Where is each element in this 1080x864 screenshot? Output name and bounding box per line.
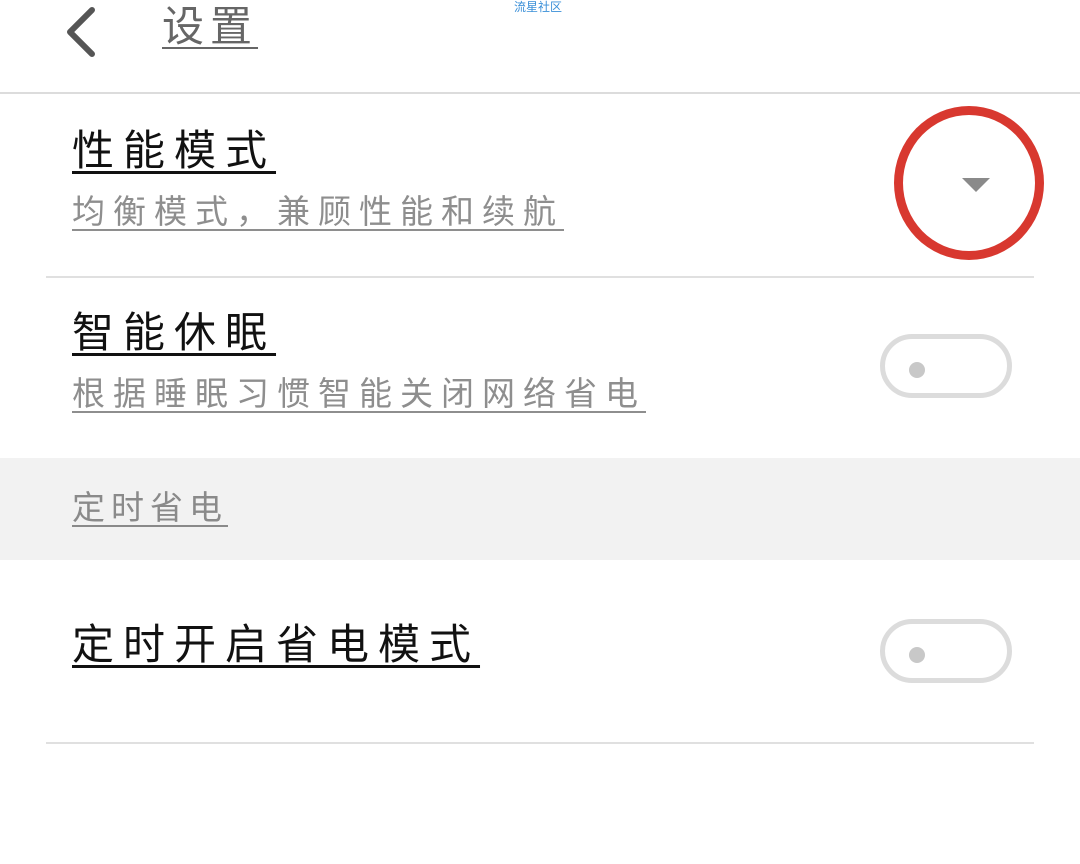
back-button[interactable] bbox=[52, 0, 112, 64]
chevron-left-icon bbox=[67, 7, 95, 57]
smart-sleep-toggle[interactable] bbox=[880, 334, 1012, 398]
section-header: 定时省电 bbox=[0, 458, 1080, 560]
setting-subtitle: 根据睡眠习惯智能关闭网络省电 bbox=[72, 374, 646, 413]
divider bbox=[46, 742, 1034, 744]
setting-title: 性能模式 bbox=[72, 126, 277, 175]
page-title: 设置 bbox=[162, 2, 259, 51]
scheduled-power-saving-toggle[interactable] bbox=[880, 619, 1012, 683]
top-bar: 设置 流星社区 bbox=[0, 0, 1080, 94]
setting-subtitle: 均衡模式，兼顾性能和续航 bbox=[72, 192, 564, 231]
section-title: 定时省电 bbox=[72, 488, 228, 527]
watermark-label: 流星社区 bbox=[514, 0, 563, 14]
toggle-knob bbox=[909, 647, 925, 663]
toggle-knob bbox=[909, 362, 925, 378]
settings-page: 设置 流星社区 性能模式 均衡模式，兼顾性能和续航 智能休眠 根据睡眠习惯智能关… bbox=[0, 0, 1080, 864]
setting-title: 定时开启省电模式 bbox=[72, 620, 481, 669]
highlight-circle bbox=[894, 106, 1044, 260]
setting-title: 智能休眠 bbox=[72, 308, 277, 357]
